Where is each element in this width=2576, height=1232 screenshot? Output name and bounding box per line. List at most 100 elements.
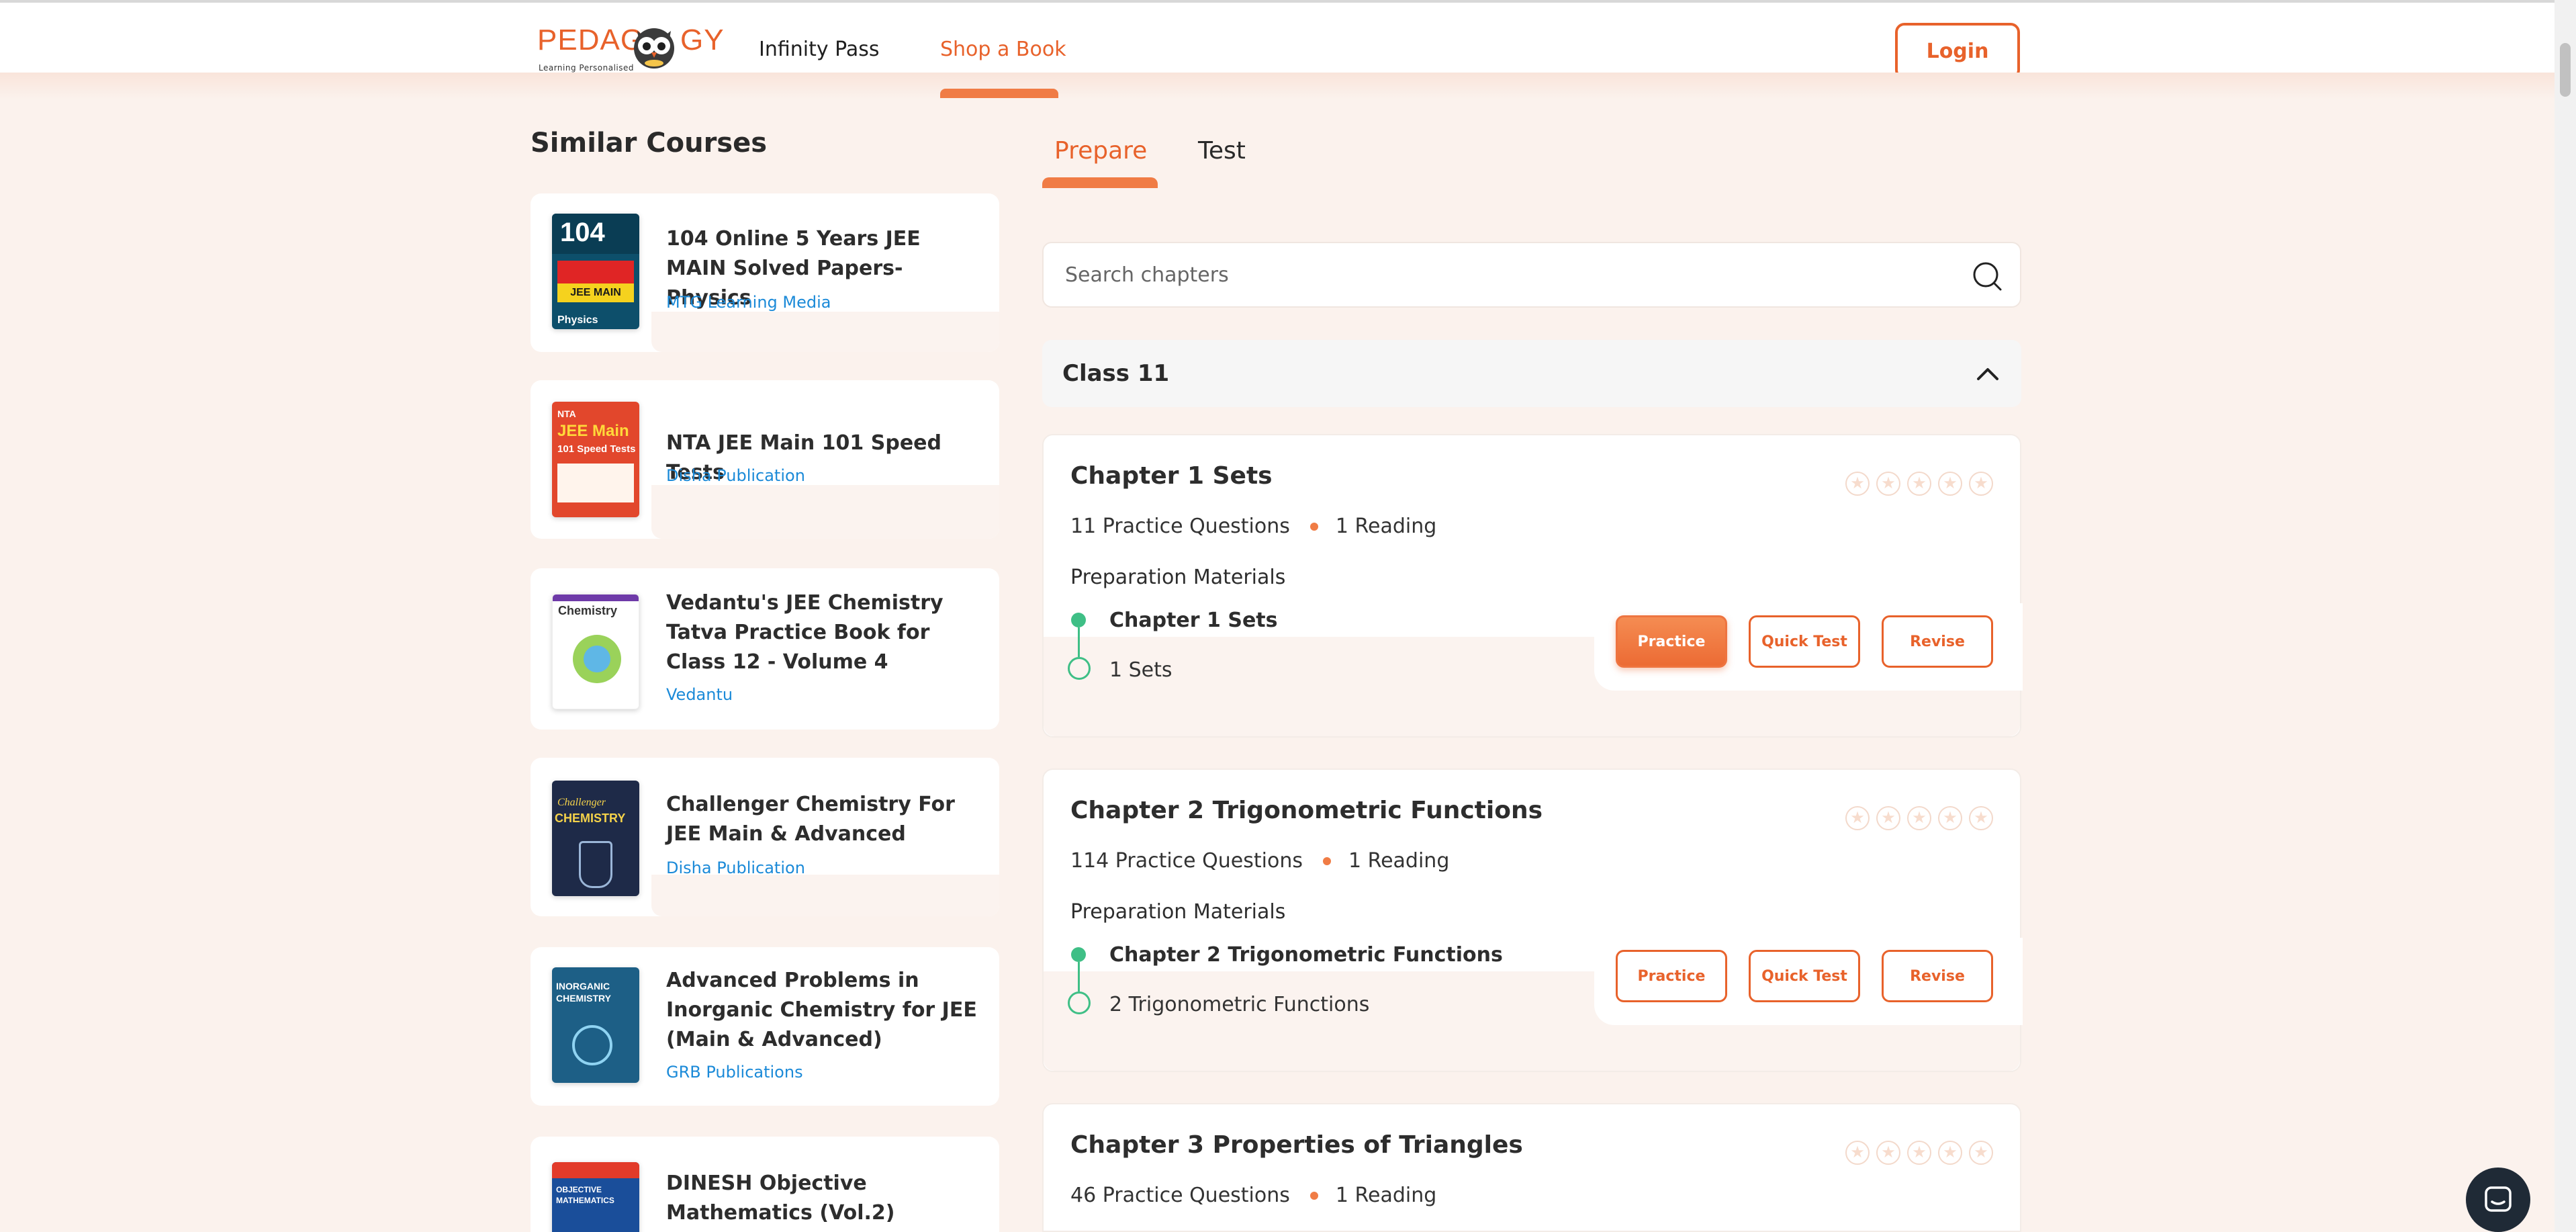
- bullet-dot: [1309, 1191, 1318, 1200]
- course-cover-image: INORGANIC CHEMISTRY: [552, 967, 639, 1083]
- reading-count: 1 Reading: [1335, 1184, 1437, 1207]
- material-topic[interactable]: 2 Trigonometric Functions: [1109, 993, 1369, 1016]
- star-icon: ★: [1907, 472, 1931, 496]
- star-icon: ★: [1845, 472, 1870, 496]
- timeline-dot-open: [1068, 657, 1091, 680]
- owl-logo-icon: [634, 28, 674, 69]
- practice-button[interactable]: Practice: [1616, 950, 1727, 1002]
- timeline-line: [1078, 962, 1080, 992]
- course-cover-image: NTA JEE Main 101 Speed Tests: [552, 402, 639, 517]
- chapter-title[interactable]: Chapter 2 Trigonometric Functions: [1070, 797, 1543, 824]
- chapter-stats: 11 Practice Questions 1 Reading: [1070, 515, 1436, 538]
- header-shadow: [0, 73, 2555, 99]
- chapter-title[interactable]: Chapter 1 Sets: [1070, 462, 1273, 490]
- class-label: Class 11: [1062, 360, 1170, 387]
- star-icon: ★: [1907, 806, 1931, 830]
- quick-test-button[interactable]: Quick Test: [1749, 615, 1860, 668]
- timeline-line: [1078, 627, 1080, 657]
- chapter-card: Chapter 1 Sets ★ ★ ★ ★ ★ 11 Practice Que…: [1042, 434, 2023, 738]
- page-scrollbar[interactable]: [2555, 0, 2576, 1232]
- bullet-dot: [1309, 522, 1318, 531]
- card-shade: [651, 485, 999, 539]
- material-chapter[interactable]: Chapter 1 Sets: [1109, 609, 1278, 632]
- star-icon: ★: [1845, 806, 1870, 830]
- cover-number: 104: [560, 218, 605, 247]
- star-icon: ★: [1938, 472, 1962, 496]
- course-title[interactable]: Challenger Chemistry For JEE Main & Adva…: [666, 790, 982, 849]
- reading-count: 1 Reading: [1348, 849, 1450, 873]
- star-icon: ★: [1876, 472, 1900, 496]
- star-icon: ★: [1938, 1141, 1962, 1165]
- material-topic[interactable]: 1 Sets: [1109, 658, 1172, 682]
- pedagogy-logo[interactable]: PEDAG GY Learning Personalised: [537, 24, 724, 77]
- course-card[interactable]: INORGANIC CHEMISTRY Advanced Problems in…: [531, 947, 999, 1106]
- chat-widget-button[interactable]: [2466, 1168, 2530, 1232]
- star-icon: ★: [1969, 472, 1993, 496]
- reading-count: 1 Reading: [1335, 515, 1437, 538]
- nav-infinity-pass[interactable]: Infinity Pass: [759, 38, 880, 61]
- top-navbar: PEDAG GY Learning Personalised Infinity …: [0, 3, 2555, 79]
- card-shade: [651, 875, 999, 916]
- search-input[interactable]: Search chapters: [1065, 263, 1229, 287]
- quick-test-button[interactable]: Quick Test: [1749, 950, 1860, 1002]
- material-chapter[interactable]: Chapter 2 Trigonometric Functions: [1109, 943, 1503, 967]
- similar-courses-heading: Similar Courses: [531, 128, 768, 159]
- practice-count: 11 Practice Questions: [1070, 515, 1290, 538]
- course-card[interactable]: NTA JEE Main 101 Speed Tests NTA JEE Mai…: [531, 380, 999, 539]
- chat-icon: [2485, 1186, 2512, 1212]
- course-cover-image: Chemistry: [552, 594, 639, 709]
- course-card[interactable]: OBJECTIVE MATHEMATICS DINESH Objective M…: [531, 1137, 999, 1232]
- chapter-card: Chapter 2 Trigonometric Functions ★ ★ ★ …: [1042, 768, 2023, 1072]
- course-card[interactable]: Challenger CHEMISTRY Challenger Chemistr…: [531, 758, 999, 916]
- chapter-search-box[interactable]: Search chapters: [1042, 242, 2021, 308]
- tab-test[interactable]: Test: [1198, 137, 1246, 165]
- star-icon: ★: [1938, 806, 1962, 830]
- chevron-up-icon[interactable]: [1974, 363, 2001, 383]
- preparation-materials-label: Preparation Materials: [1070, 566, 1286, 589]
- course-publisher[interactable]: Disha Publication: [666, 859, 805, 877]
- star-icon: ★: [1969, 806, 1993, 830]
- course-card[interactable]: Chemistry Vedantu's JEE Chemistry Tatva …: [531, 568, 999, 730]
- logo-tagline: Learning Personalised: [539, 63, 635, 73]
- course-publisher[interactable]: Disha Publication: [666, 466, 805, 485]
- revise-button[interactable]: Revise: [1882, 950, 1993, 1002]
- search-icon[interactable]: [1970, 259, 2004, 293]
- course-title[interactable]: Vedantu's JEE Chemistry Tatva Practice B…: [666, 588, 982, 677]
- chapter-actions: Practice Quick Test Revise: [1594, 938, 2023, 1025]
- class-accordion-header[interactable]: Class 11: [1042, 340, 2021, 407]
- course-title[interactable]: Advanced Problems in Inorganic Chemistry…: [666, 966, 982, 1055]
- star-icon: ★: [1876, 1141, 1900, 1165]
- timeline-dot-filled: [1071, 947, 1086, 962]
- revise-button[interactable]: Revise: [1882, 615, 1993, 668]
- course-cover-image: OBJECTIVE MATHEMATICS: [552, 1162, 639, 1232]
- logo-text-right: GY: [680, 24, 725, 56]
- course-title[interactable]: DINESH Objective Mathematics (Vol.2): [666, 1169, 982, 1228]
- rating-stars: ★ ★ ★ ★ ★: [1845, 1141, 1993, 1165]
- preparation-materials-label: Preparation Materials: [1070, 900, 1286, 924]
- chapter-title[interactable]: Chapter 3 Properties of Triangles: [1070, 1131, 1523, 1159]
- card-shade: [651, 312, 999, 352]
- scrollbar-thumb[interactable]: [2560, 43, 2571, 97]
- star-icon: ★: [1845, 1141, 1870, 1165]
- rating-stars: ★ ★ ★ ★ ★: [1845, 472, 1993, 496]
- tab-active-indicator: [1042, 177, 1158, 188]
- course-publisher[interactable]: GRB Publications: [666, 1063, 803, 1082]
- chapter-actions: Practice Quick Test Revise: [1594, 603, 2023, 691]
- course-card[interactable]: 104 JEE MAIN Physics 104 Online 5 Years …: [531, 193, 999, 352]
- chapter-card: Chapter 3 Properties of Triangles ★ ★ ★ …: [1042, 1103, 2021, 1232]
- nav-shop-a-book[interactable]: Shop a Book: [940, 38, 1066, 61]
- chapter-stats: 46 Practice Questions 1 Reading: [1070, 1184, 1436, 1207]
- course-cover-image: 104 JEE MAIN Physics: [552, 214, 639, 329]
- practice-count: 114 Practice Questions: [1070, 849, 1303, 873]
- timeline-dot-open: [1068, 992, 1091, 1014]
- practice-button[interactable]: Practice: [1616, 615, 1727, 668]
- logo-text-left: PEDAG: [537, 24, 645, 56]
- tab-prepare[interactable]: Prepare: [1054, 137, 1147, 165]
- bullet-dot: [1322, 856, 1331, 865]
- course-publisher[interactable]: MTG Learning Media: [666, 293, 831, 312]
- login-button[interactable]: Login: [1895, 23, 2020, 79]
- star-icon: ★: [1876, 806, 1900, 830]
- timeline-dot-filled: [1071, 613, 1086, 627]
- star-icon: ★: [1907, 1141, 1931, 1165]
- course-publisher[interactable]: Vedantu: [666, 685, 733, 704]
